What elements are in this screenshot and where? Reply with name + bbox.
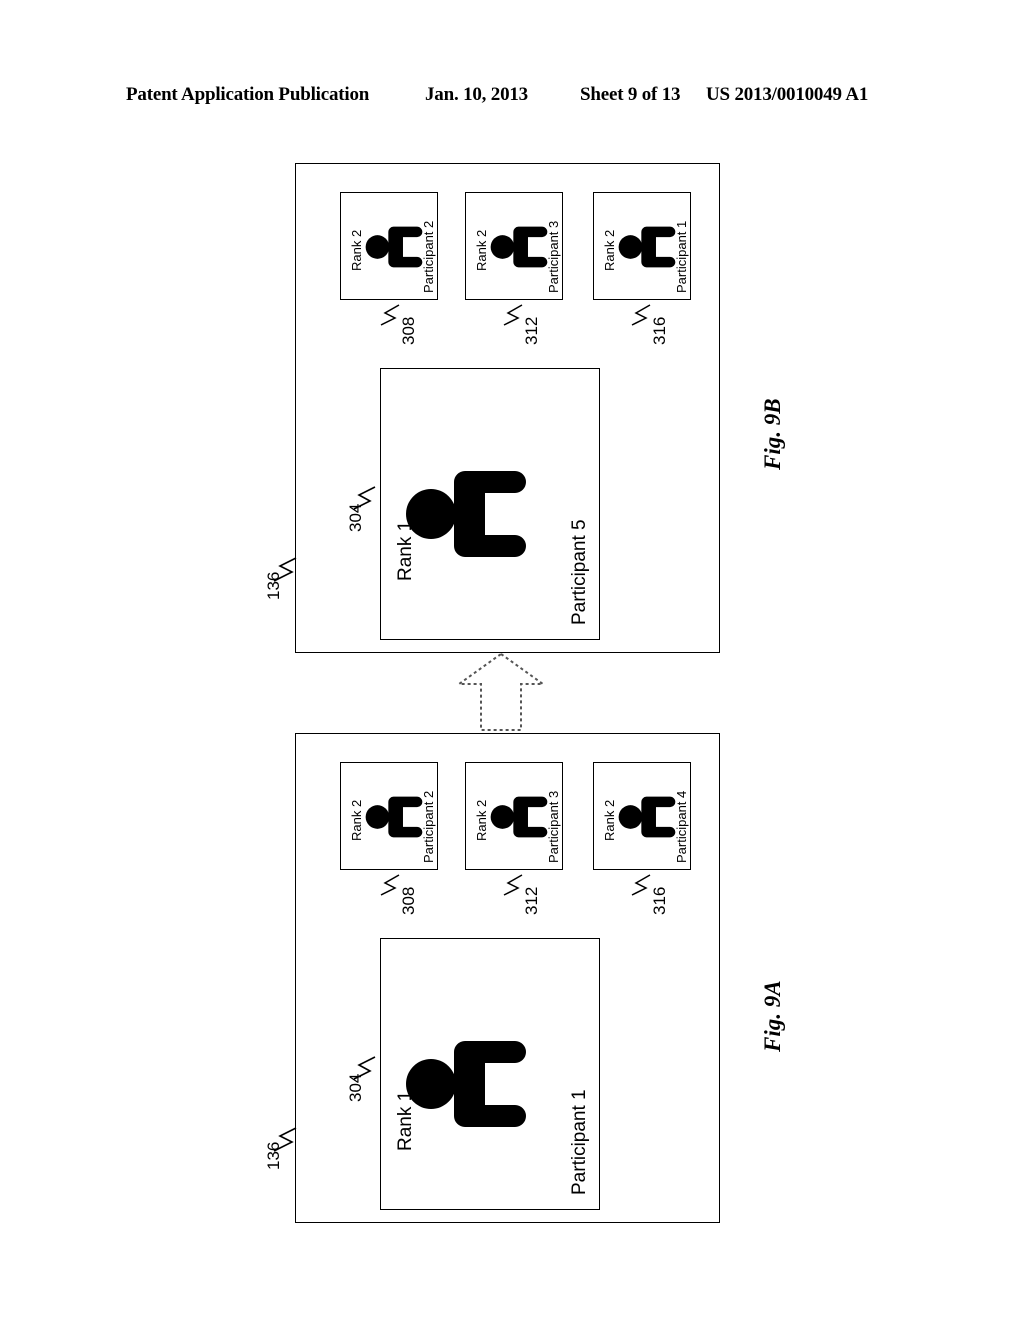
fig9a-side-panel-3-ref: 316 <box>650 886 669 915</box>
person-icon <box>617 791 677 843</box>
fig9b-side-panel-2-ref: 312 <box>522 316 541 345</box>
fig9b-caption: Fig. 9B <box>760 398 785 470</box>
person-icon <box>403 459 529 569</box>
fig9b-main-panel-ref: 304 <box>346 503 365 532</box>
fig9a-side-panel-1-ref: 308 <box>399 886 418 915</box>
fig9a-main-panel[interactable]: Rank 1 Participant 1 <box>380 938 600 1210</box>
fig9b-side1-rank-label: Rank 2 <box>349 229 364 271</box>
publication-date: Jan. 10, 2013 <box>425 84 528 105</box>
fig9a-side3-rank-label: Rank 2 <box>602 799 617 841</box>
fig9a-caption: Fig. 9A <box>760 980 785 1052</box>
person-icon <box>364 221 424 273</box>
fig9a-side-panel-2[interactable]: Rank 2 Participant 3 <box>465 762 563 870</box>
fig9a-side1-rank-label: Rank 2 <box>349 799 364 841</box>
patent-number: US 2013/0010049 A1 <box>706 84 869 105</box>
fig9b-side-panel-3-ref: 316 <box>650 316 669 345</box>
fig9a-side-panel-2-ref: 312 <box>522 886 541 915</box>
fig9b-side3-rank-label: Rank 2 <box>602 229 617 271</box>
fig9a-main-panel-ref: 304 <box>346 1073 365 1102</box>
person-icon <box>364 791 424 843</box>
fig9b-side-panel-3[interactable]: Rank 2 Participant 1 <box>593 192 691 300</box>
fig9b-container-ref: 136 <box>264 571 283 600</box>
fig9a-side2-rank-label: Rank 2 <box>474 799 489 841</box>
fig9a-main-participant-label: Participant 1 <box>569 1089 590 1195</box>
person-icon <box>489 221 549 273</box>
publication-label: Patent Application Publication <box>126 84 370 105</box>
fig9b-side-panel-1[interactable]: Rank 2 Participant 2 <box>340 192 438 300</box>
sheet-number: Sheet 9 of 13 <box>580 84 681 105</box>
patent-header: Patent Application Publication Jan. 10, … <box>0 84 1024 112</box>
fig9b-side-panel-2[interactable]: Rank 2 Participant 3 <box>465 192 563 300</box>
fig9b-main-panel[interactable]: Rank 1 Participant 5 <box>380 368 600 640</box>
fig9b-side2-rank-label: Rank 2 <box>474 229 489 271</box>
fig9b-side-panel-1-ref: 308 <box>399 316 418 345</box>
fig9a-side-panel-3[interactable]: Rank 2 Participant 4 <box>593 762 691 870</box>
fig9a-container-ref: 136 <box>264 1141 283 1170</box>
up-arrow-icon <box>455 650 547 734</box>
fig9b-main-participant-label: Participant 5 <box>569 519 590 625</box>
fig9a-side-panel-1[interactable]: Rank 2 Participant 2 <box>340 762 438 870</box>
person-icon <box>403 1029 529 1139</box>
person-icon <box>489 791 549 843</box>
person-icon <box>617 221 677 273</box>
